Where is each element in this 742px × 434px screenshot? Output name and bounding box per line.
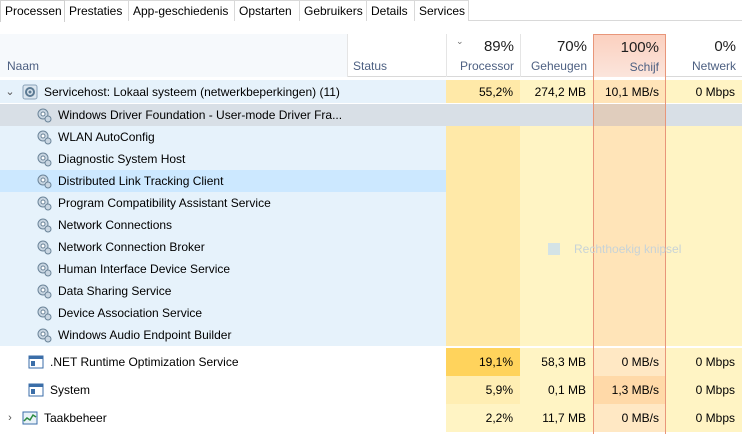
- column-geheugen-label: Geheugen: [530, 59, 587, 73]
- tab-bar: Processen Prestaties App-geschiedenis Op…: [0, 0, 742, 22]
- table-row-service[interactable]: Windows Driver Foundation - User-mode Dr…: [0, 104, 742, 126]
- service-name: Program Compatibility Assistant Service: [58, 196, 271, 210]
- table-row-service[interactable]: Distributed Link Tracking Client: [0, 170, 742, 192]
- process-netwerk: 0 Mbps: [695, 383, 735, 397]
- service-name: Distributed Link Tracking Client: [58, 174, 224, 188]
- process-name: .NET Runtime Optimization Service: [50, 355, 239, 369]
- tab-prestaties[interactable]: Prestaties: [65, 0, 129, 21]
- group-netwerk: 0 Mbps: [695, 84, 735, 99]
- column-geheugen[interactable]: 70% Geheugen: [521, 34, 593, 77]
- process-name: System: [50, 383, 91, 397]
- snipping-watermark: Rechthoekig knipsel: [544, 238, 684, 260]
- column-netwerk-label: Netwerk: [691, 59, 736, 73]
- service-gear-icon: [37, 218, 52, 233]
- service-gear-icon: [37, 152, 52, 167]
- service-name: WLAN AutoConfig: [58, 130, 155, 144]
- process-schijf: 0 MB/s: [621, 411, 659, 425]
- snip-icon: [548, 243, 560, 255]
- process-schijf: 1,3 MB/s: [611, 383, 659, 397]
- process-netwerk: 0 Mbps: [695, 411, 735, 425]
- group-processor: 55,2%: [478, 84, 513, 99]
- service-gear-icon: [37, 108, 52, 123]
- service-name: Diagnostic System Host: [58, 152, 186, 166]
- table-row-service[interactable]: Device Association Service: [0, 302, 742, 324]
- process-processor: 2,2%: [485, 411, 513, 425]
- service-gear-icon: [37, 240, 52, 255]
- table-row-service[interactable]: Human Interface Device Service: [0, 258, 742, 280]
- table-row-service[interactable]: Program Compatibility Assistant Service: [0, 192, 742, 214]
- column-netwerk[interactable]: 0% Netwerk: [667, 34, 742, 77]
- table-row-process[interactable]: › Taakbeheer 2,2% 11,7 MB 0 MB/s 0 Mbps: [0, 404, 742, 432]
- column-status[interactable]: Status: [348, 34, 446, 77]
- group-name: Servicehost: Lokaal systeem (netwerkbepe…: [44, 84, 340, 99]
- service-name: Human Interface Device Service: [58, 262, 231, 276]
- service-name: Network Connection Broker: [58, 240, 205, 254]
- table-row-service[interactable]: Diagnostic System Host: [0, 148, 742, 170]
- service-name: Network Connections: [58, 218, 173, 232]
- sort-descending-icon: ⌄: [456, 36, 464, 46]
- group-geheugen: 274,2 MB: [534, 84, 586, 99]
- table-row-group[interactable]: ⌄ Servicehost: Lokaal systeem (netwerkbe…: [0, 80, 742, 103]
- service-gear-icon: [37, 196, 52, 211]
- column-status-label: Status: [353, 59, 388, 73]
- column-schijf[interactable]: 100% Schijf: [593, 34, 666, 77]
- app-window-icon: [28, 355, 44, 369]
- table-row-process[interactable]: .NET Runtime Optimization Service 19,1% …: [0, 348, 742, 376]
- process-netwerk: 0 Mbps: [695, 355, 735, 369]
- service-name: Windows Audio Endpoint Builder: [58, 328, 232, 342]
- process-processor: 19,1%: [478, 355, 513, 369]
- processor-total: 89%: [483, 38, 514, 55]
- task-manager-icon: [22, 411, 38, 425]
- group-schijf: 10,1 MB/s: [604, 84, 659, 99]
- process-schijf: 0 MB/s: [621, 355, 659, 369]
- tab-gebruikers[interactable]: Gebruikers: [300, 0, 367, 21]
- process-processor: 5,9%: [485, 383, 513, 397]
- service-gear-icon: [37, 284, 52, 299]
- service-host-icon: [22, 84, 38, 99]
- chevron-down-icon[interactable]: ⌄: [4, 85, 16, 98]
- tab-processen[interactable]: Processen: [0, 0, 65, 22]
- service-name: Windows Driver Foundation - User-mode Dr…: [58, 108, 343, 122]
- schijf-total: 100%: [620, 39, 659, 56]
- table-row-service[interactable]: Windows Audio Endpoint Builder: [0, 324, 742, 346]
- watermark-text: Rechthoekig knipsel: [574, 242, 682, 256]
- service-gear-icon: [37, 328, 52, 343]
- app-window-icon: [28, 383, 44, 397]
- table-row-service[interactable]: Network Connections: [0, 214, 742, 236]
- column-naam-label: Naam: [7, 59, 40, 73]
- table-row-process[interactable]: System 5,9% 0,1 MB 1,3 MB/s 0 Mbps: [0, 376, 742, 404]
- service-gear-icon: [37, 130, 52, 145]
- process-name: Taakbeheer: [44, 411, 107, 425]
- service-gear-icon: [37, 306, 52, 321]
- table-row-service[interactable]: Data Sharing Service: [0, 280, 742, 302]
- column-processor[interactable]: ⌄ 89% Processor: [447, 34, 520, 77]
- service-gear-icon: [37, 262, 52, 277]
- process-geheugen: 0,1 MB: [547, 383, 586, 397]
- column-processor-label: Processor: [459, 59, 514, 73]
- table-row-service[interactable]: WLAN AutoConfig: [0, 126, 742, 148]
- tab-opstarten[interactable]: Opstarten: [235, 0, 300, 21]
- process-geheugen: 11,7 MB: [542, 411, 586, 425]
- process-geheugen: 58,3 MB: [541, 355, 586, 369]
- tab-app-geschiedenis[interactable]: App-geschiedenis: [129, 0, 235, 21]
- service-gear-icon: [37, 174, 52, 189]
- column-schijf-label: Schijf: [629, 60, 659, 74]
- tab-details[interactable]: Details: [367, 0, 415, 21]
- column-naam[interactable]: Naam: [0, 34, 347, 77]
- geheugen-total: 70%: [556, 38, 587, 55]
- chevron-right-icon[interactable]: ›: [4, 412, 16, 424]
- netwerk-total: 0%: [714, 38, 736, 55]
- tab-services[interactable]: Services: [415, 0, 469, 21]
- service-name: Data Sharing Service: [58, 284, 172, 298]
- service-name: Device Association Service: [58, 306, 203, 320]
